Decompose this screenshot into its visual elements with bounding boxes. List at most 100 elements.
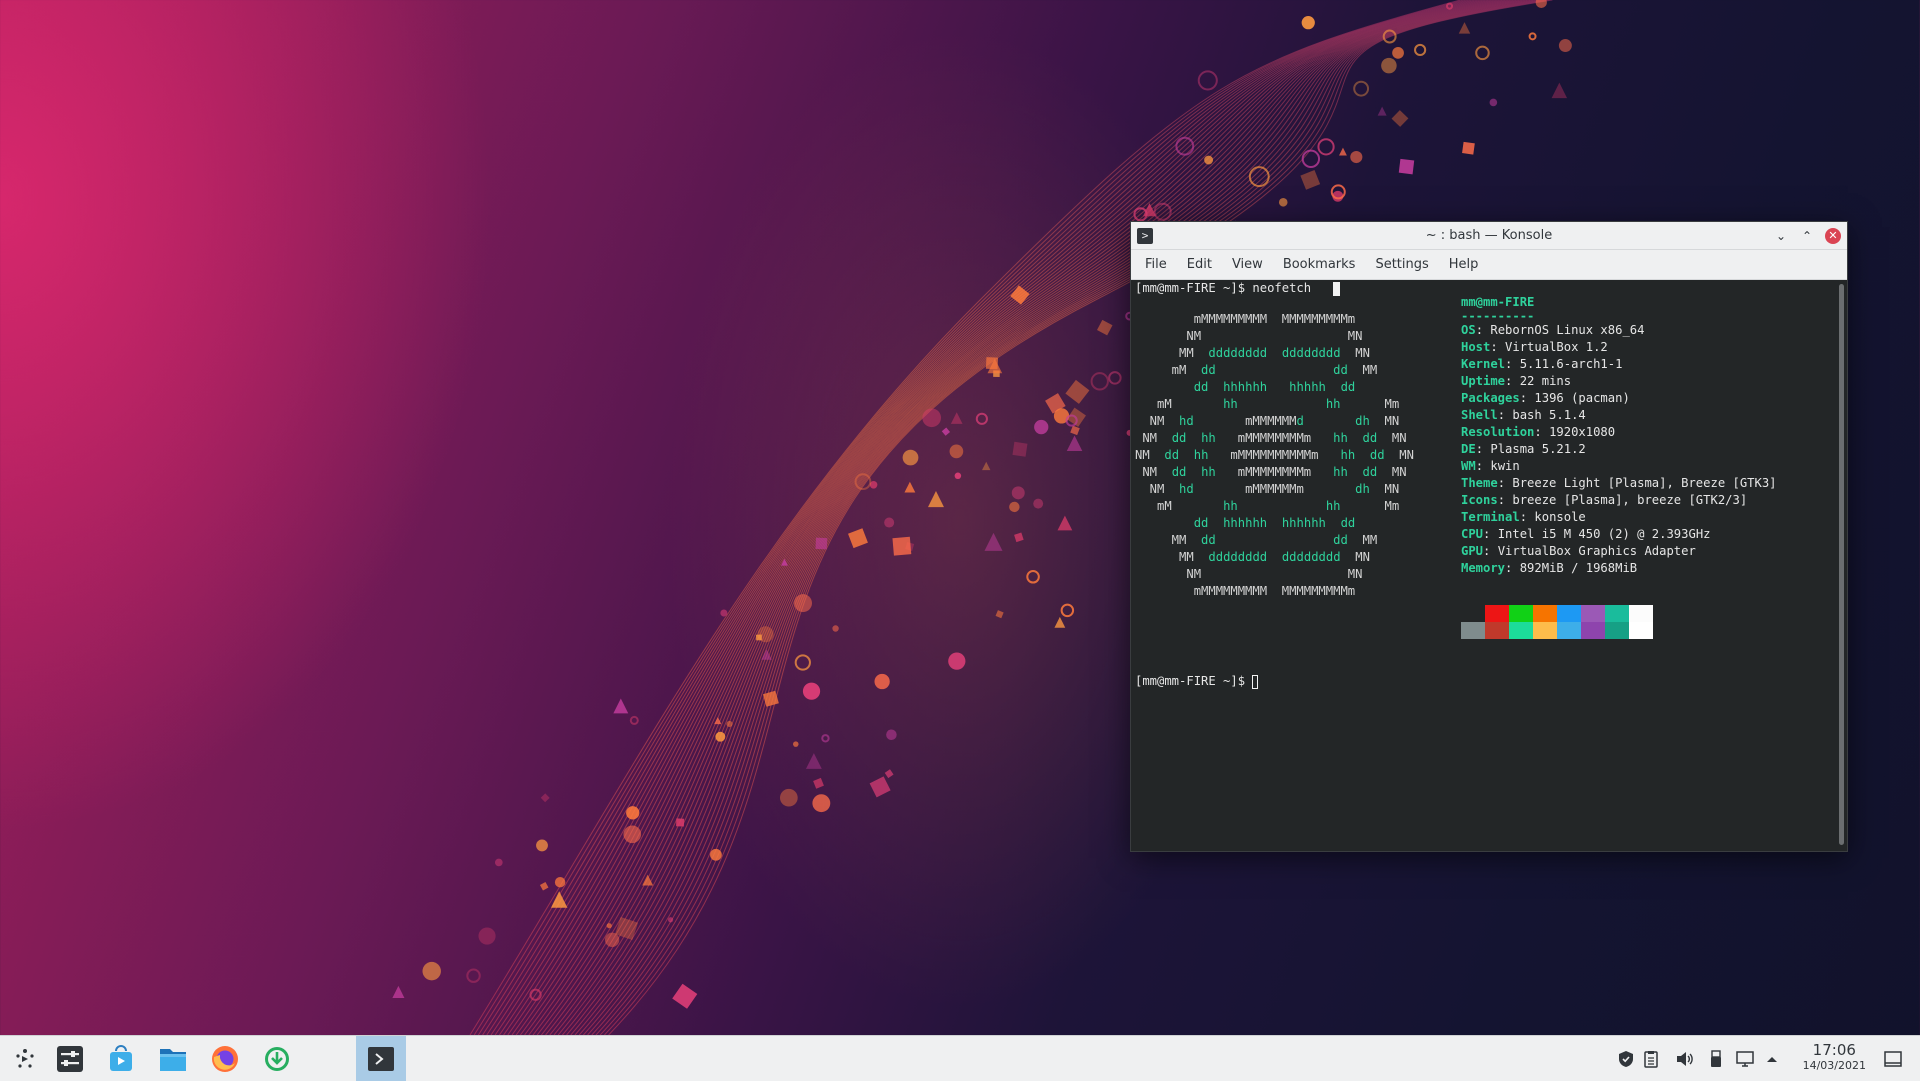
info-row: Uptime: 22 mins [1461,374,1572,388]
menu-edit[interactable]: Edit [1177,257,1222,272]
terminal-output[interactable]: [mm@mm-FIRE ~]$ neofetch mMMMMMMMMM MMMM… [1131,280,1837,851]
menu-file[interactable]: File [1135,257,1177,272]
info-row: GPU: VirtualBox Graphics Adapter [1461,544,1696,558]
palette-swatch [1533,605,1557,622]
logo-line: NM MN [1135,329,1363,343]
software-update-icon[interactable] [252,1036,302,1081]
usb-device-icon[interactable] [1705,1036,1727,1081]
color-palette [1461,605,1653,639]
info-row: Theme: Breeze Light [Plasma], Breeze [GT… [1461,476,1777,490]
logo-line: MM dd dd MM [1135,533,1378,547]
info-row: WM: kwin [1461,459,1520,473]
info-value: kwin [1490,459,1520,473]
info-key: Packages [1461,391,1520,405]
menu-settings[interactable]: Settings [1365,257,1438,272]
menu-help[interactable]: Help [1439,257,1489,272]
system-settings-icon[interactable] [45,1036,95,1081]
firefox-icon[interactable] [200,1036,250,1081]
palette-swatch [1461,605,1485,622]
info-row: DE: Plasma 5.21.2 [1461,442,1586,456]
logo-line: mM dd dd MM [1135,363,1378,377]
clock-date: 14/03/2021 [1802,1059,1866,1072]
info-value: 1920x1080 [1549,425,1616,439]
palette-swatch [1581,622,1605,639]
info-value: Intel i5 M 450 (2) @ 2.393GHz [1497,527,1711,541]
logo-line: NM MN [1135,567,1363,581]
info-key: WM [1461,459,1476,473]
info-value: RebornOS Linux x86_64 [1490,323,1645,337]
info-value: Breeze Light [Plasma], Breeze [GTK3] [1512,476,1777,490]
terminal-cursor-icon [1252,674,1259,689]
logo-line: NM hd mMMMMMMd dh MN [1135,414,1400,428]
info-key: Host [1461,340,1491,354]
logo-line: MM dddddddd dddddddd MN [1135,550,1370,564]
info-key: Shell [1461,408,1498,422]
network-icon[interactable] [1734,1036,1756,1081]
close-icon[interactable]: ✕ [1825,227,1841,244]
info-row: Kernel: 5.11.6-arch1-1 [1461,357,1623,371]
show-desktop-icon[interactable] [1880,1036,1906,1081]
prompt-line: [mm@mm-FIRE ~]$ [1135,673,1259,690]
info-value: Plasma 5.21.2 [1490,442,1586,456]
info-key: Uptime [1461,374,1506,388]
logo-line: mM hh hh Mm [1135,499,1400,513]
separator: ---------- [1461,309,1535,323]
command-line: [mm@mm-FIRE ~]$ neofetch [1135,280,1341,297]
info-row: Icons: breeze [Plasma], breeze [GTK2/3] [1461,493,1748,507]
logo-line: mMMMMMMMMM MMMMMMMMMm [1135,584,1356,598]
info-row: Packages: 1396 (pacman) [1461,391,1630,405]
konsole-task-icon[interactable] [356,1036,406,1081]
terminal-scrollbar[interactable] [1839,284,1844,845]
maximize-icon[interactable]: ⌃ [1799,228,1815,244]
konsole-window[interactable]: > ~ : bash — Konsole ⌄ ⌃ ✕ File Edit Vie… [1130,221,1848,852]
logo-line: MM dddddddd dddddddd MN [1135,346,1370,360]
palette-swatch [1557,605,1581,622]
info-key: Icons [1461,493,1498,507]
info-value: VirtualBox 1.2 [1505,340,1608,354]
info-key: Terminal [1461,510,1520,524]
logo-line: NM dd hh mMMMMMMMMm hh dd MN [1135,431,1407,445]
info-value: 1396 (pacman) [1534,391,1630,405]
info-key: Kernel [1461,357,1506,371]
palette-swatch [1509,622,1533,639]
logo-line: mM hh hh Mm [1135,397,1400,411]
palette-swatch [1605,622,1629,639]
shield-icon[interactable] [1615,1036,1637,1081]
discover-store-icon[interactable] [96,1036,146,1081]
konsole-app-icon[interactable]: > [1137,227,1153,244]
palette-swatch [1533,622,1557,639]
palette-swatch [1557,622,1581,639]
logo-line: dd hhhhhh hhhhhh dd [1193,516,1356,530]
info-key: DE [1461,442,1476,456]
prompt-empty: [mm@mm-FIRE ~]$ [1135,674,1253,688]
info-value: 22 mins [1519,374,1572,388]
expand-tray-icon[interactable] [1762,1036,1782,1081]
volume-icon[interactable] [1674,1036,1696,1081]
info-row: CPU: Intel i5 M 450 (2) @ 2.393GHz [1461,527,1711,541]
terminal-cursor-icon [1333,281,1341,296]
menubar: File Edit View Bookmarks Settings Help [1131,250,1847,280]
user-host: mm@mm-FIRE [1461,295,1535,309]
clipboard-icon[interactable] [1640,1036,1662,1081]
dolphin-file-manager-icon[interactable] [148,1036,198,1081]
info-value: 5.11.6-arch1-1 [1519,357,1623,371]
application-launcher-icon[interactable] [0,1036,50,1081]
info-key: Theme [1461,476,1498,490]
menu-bookmarks[interactable]: Bookmarks [1273,257,1366,272]
window-titlebar[interactable]: > ~ : bash — Konsole ⌄ ⌃ ✕ [1131,222,1847,250]
menu-view[interactable]: View [1222,257,1273,272]
digital-clock[interactable]: 17:06 14/03/2021 [1803,1042,1866,1073]
palette-swatch [1629,605,1653,622]
info-row: Terminal: konsole [1461,510,1586,524]
info-key: Memory [1461,561,1506,575]
palette-swatch [1605,605,1629,622]
window-title: ~ : bash — Konsole [1425,228,1553,243]
palette-swatch [1485,622,1509,639]
info-row: OS: RebornOS Linux x86_64 [1461,323,1645,337]
info-key: Resolution [1461,425,1535,439]
minimize-icon[interactable]: ⌄ [1773,228,1789,244]
info-key: CPU [1461,527,1484,541]
info-key: GPU [1461,544,1484,558]
info-row: Shell: bash 5.1.4 [1461,408,1586,422]
logo-line: dd hhhhhh hhhhh dd [1193,380,1356,394]
